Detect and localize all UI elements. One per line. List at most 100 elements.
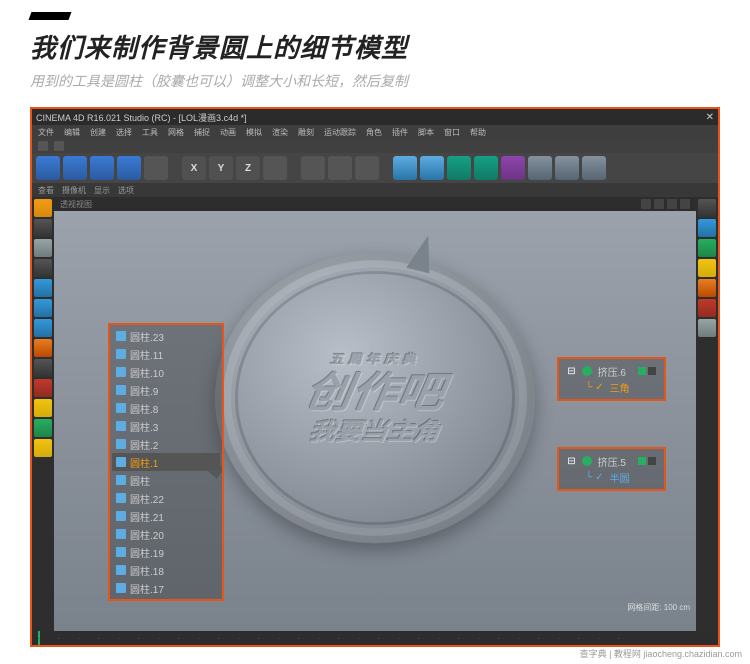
extrude-group-1[interactable]: ⊟挤压.6 └ ✓ 三角 — [557, 357, 666, 401]
close-icon[interactable]: ✕ — [706, 112, 714, 123]
menu-track[interactable]: 运动跟踪 — [324, 127, 356, 138]
make-editable-icon[interactable] — [34, 199, 52, 217]
object-row[interactable]: 圆柱.8 — [112, 399, 220, 417]
thinking-particles-icon[interactable] — [698, 279, 716, 297]
model-mode-icon[interactable] — [34, 219, 52, 237]
submenu-camera[interactable]: 摄像机 — [62, 185, 86, 196]
menu-snap[interactable]: 捕捉 — [194, 127, 210, 138]
prev-key-icon[interactable] — [543, 646, 557, 647]
object-row[interactable]: 圆柱.3 — [112, 417, 220, 435]
object-row[interactable]: 圆柱.18 — [112, 561, 220, 579]
deformer-icon[interactable] — [501, 156, 525, 180]
extrude2-child[interactable]: └ ✓ 半圆 — [567, 469, 656, 485]
snap-enable-icon[interactable] — [34, 399, 52, 417]
character-icon[interactable] — [698, 239, 716, 257]
recent-tool-icon[interactable] — [144, 156, 168, 180]
undo-icon[interactable] — [38, 141, 48, 151]
live-select-icon[interactable] — [36, 156, 60, 180]
menu-file[interactable]: 文件 — [38, 127, 54, 138]
viewport-pan-icon[interactable] — [667, 199, 677, 209]
menu-window[interactable]: 窗口 — [444, 127, 460, 138]
object-row[interactable]: 圆柱 — [112, 471, 220, 489]
menu-help[interactable]: 帮助 — [470, 127, 486, 138]
medallion-model[interactable]: 五周年庆典 创作吧 我要当主角 — [215, 253, 535, 543]
object-row[interactable]: 圆柱.20 — [112, 525, 220, 543]
z-axis-icon[interactable]: Z — [236, 156, 260, 180]
object-row[interactable]: 圆柱.2 — [112, 435, 220, 453]
goto-start-icon[interactable] — [526, 646, 540, 647]
menu-create[interactable]: 创建 — [90, 127, 106, 138]
submenu-view[interactable]: 查看 — [38, 185, 54, 196]
redo-icon[interactable] — [54, 141, 64, 151]
visibility-render-icon[interactable] — [648, 367, 656, 375]
menu-mesh[interactable]: 网格 — [168, 127, 184, 138]
menu-render[interactable]: 渲染 — [272, 127, 288, 138]
environment-icon[interactable] — [528, 156, 552, 180]
mograph-icon[interactable] — [698, 199, 716, 217]
extrude1-name[interactable]: 挤压.6 — [598, 364, 626, 379]
submenu-display[interactable]: 显示 — [94, 185, 110, 196]
texture-mode-icon[interactable] — [34, 239, 52, 257]
object-row[interactable]: 圆柱.11 — [112, 345, 220, 363]
perspective-viewport[interactable]: 透视视图 五周年庆典 创作吧 我要当主角 圆柱.23圆柱.11圆柱.10圆柱.9… — [54, 197, 696, 631]
object-row[interactable]: 圆柱.1 — [112, 453, 220, 471]
collapse-icon[interactable]: ⊟ — [567, 456, 575, 467]
dynamics-icon[interactable] — [698, 299, 716, 317]
y-axis-icon[interactable]: Y — [209, 156, 233, 180]
workplane-icon[interactable] — [34, 259, 52, 277]
menu-character[interactable]: 角色 — [366, 127, 382, 138]
render-settings-icon[interactable] — [328, 156, 352, 180]
rotate-icon[interactable] — [117, 156, 141, 180]
render-view-icon[interactable] — [301, 156, 325, 180]
menu-sculpt[interactable]: 雕刻 — [298, 127, 314, 138]
hair-icon[interactable] — [698, 219, 716, 237]
viewport-nav-icon[interactable] — [641, 199, 651, 209]
point-mode-icon[interactable] — [34, 279, 52, 297]
visibility-render-icon[interactable] — [648, 457, 656, 465]
timeline-ruler[interactable] — [38, 638, 638, 639]
menu-select[interactable]: 选择 — [116, 127, 132, 138]
visibility-editor-icon[interactable] — [638, 367, 646, 375]
edge-mode-icon[interactable] — [34, 299, 52, 317]
object-row[interactable]: 圆柱.10 — [112, 363, 220, 381]
viewport-solo-icon[interactable] — [34, 379, 52, 397]
object-row[interactable]: 圆柱.22 — [112, 489, 220, 507]
menu-animate[interactable]: 动画 — [220, 127, 236, 138]
spline-pen-icon[interactable] — [420, 156, 444, 180]
sketch-icon[interactable] — [698, 259, 716, 277]
x-axis-icon[interactable]: X — [182, 156, 206, 180]
nurbs-icon[interactable] — [447, 156, 471, 180]
primitive-cube-icon[interactable] — [393, 156, 417, 180]
camera-icon[interactable] — [555, 156, 579, 180]
extrude2-name[interactable]: 挤压.5 — [598, 454, 626, 469]
picture-viewer-icon[interactable] — [355, 156, 379, 180]
prev-frame-icon[interactable] — [560, 646, 574, 647]
locked-workplane-icon[interactable] — [34, 419, 52, 437]
light-icon[interactable] — [582, 156, 606, 180]
sculpt-icon[interactable] — [698, 319, 716, 337]
extrude-group-2[interactable]: ⊟ 挤压.5 └ ✓ 半圆 — [557, 447, 666, 491]
menu-plugins[interactable]: 插件 — [392, 127, 408, 138]
submenu-options[interactable]: 选项 — [118, 185, 134, 196]
viewport-toggle-icon[interactable] — [680, 199, 690, 209]
coord-system-icon[interactable] — [263, 156, 287, 180]
titlebar[interactable]: CINEMA 4D R16.021 Studio (RC) - [LOL漫画3.… — [32, 109, 718, 125]
viewport-zoom-icon[interactable] — [654, 199, 664, 209]
object-row[interactable]: 圆柱.17 — [112, 579, 220, 597]
visibility-editor-icon[interactable] — [638, 457, 646, 465]
menu-simulate[interactable]: 模拟 — [246, 127, 262, 138]
menu-edit[interactable]: 编辑 — [64, 127, 80, 138]
object-row[interactable]: 圆柱.21 — [112, 507, 220, 525]
object-row[interactable]: 圆柱.23 — [112, 327, 220, 345]
move-icon[interactable] — [63, 156, 87, 180]
snap-3d-icon[interactable] — [34, 439, 52, 457]
tweak-icon[interactable] — [34, 359, 52, 377]
object-manager-panel[interactable]: 圆柱.23圆柱.11圆柱.10圆柱.9圆柱.8圆柱.3圆柱.2圆柱.1圆柱圆柱.… — [108, 323, 224, 601]
menu-tools[interactable]: 工具 — [142, 127, 158, 138]
axis-mode-icon[interactable] — [34, 339, 52, 357]
timeline[interactable] — [32, 631, 718, 645]
object-row[interactable]: 圆柱.9 — [112, 381, 220, 399]
extrude1-child[interactable]: └ ✓ 三角 — [567, 379, 656, 395]
polygon-mode-icon[interactable] — [34, 319, 52, 337]
array-icon[interactable] — [474, 156, 498, 180]
